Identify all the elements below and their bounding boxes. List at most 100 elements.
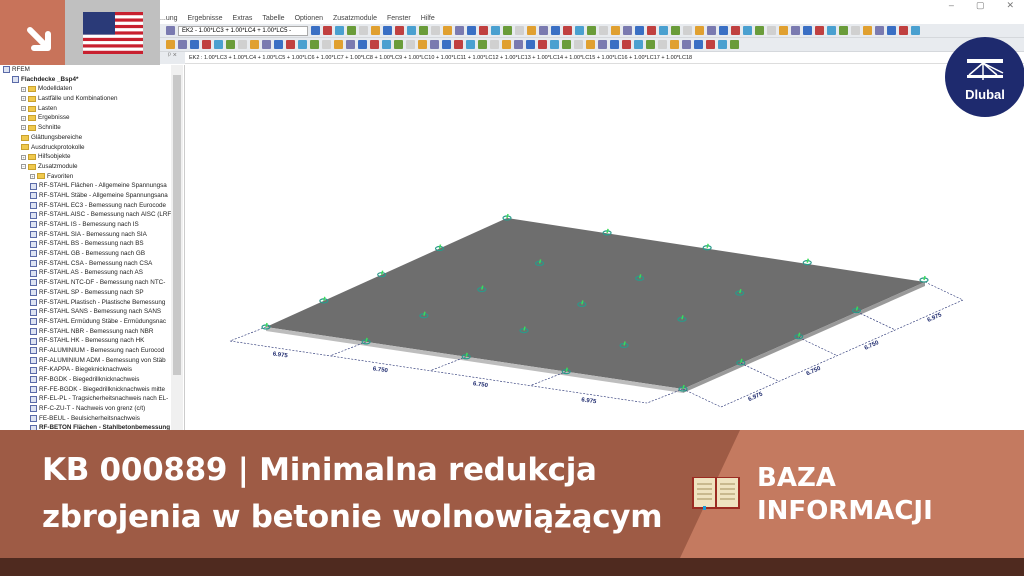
toolbar-button[interactable] [407, 26, 416, 35]
toolbar-button[interactable] [803, 26, 812, 35]
menu-optionen[interactable]: Optionen [295, 15, 323, 22]
toolbar-button[interactable] [694, 40, 703, 49]
toolbar-button[interactable] [322, 40, 331, 49]
toolbar-button[interactable] [455, 26, 464, 35]
toolbar-button[interactable] [370, 40, 379, 49]
toolbar-button[interactable] [622, 40, 631, 49]
toolbar-button[interactable] [586, 40, 595, 49]
toolbar-button[interactable] [695, 26, 704, 35]
toolbar-button[interactable] [899, 26, 908, 35]
toolbar-button[interactable] [443, 26, 452, 35]
tree-item-module[interactable]: RF-BGDK - Biegedrillknicknachweis [3, 375, 171, 385]
expand-icon[interactable]: + [21, 125, 26, 131]
tree-item-module[interactable]: RF-STAHL SP - Bemessung nach SP [3, 288, 171, 298]
toolbar-button[interactable] [587, 26, 596, 35]
toolbar-button[interactable] [514, 40, 523, 49]
toolbar-button[interactable] [526, 40, 535, 49]
tree-item-module[interactable]: RF-KAPPA - Biegeknicknachweis [3, 365, 171, 375]
toolbar-button[interactable] [419, 26, 428, 35]
toolbar-button[interactable] [539, 26, 548, 35]
toolbar-button[interactable] [767, 26, 776, 35]
toolbar-button[interactable] [334, 40, 343, 49]
toolbar-button[interactable] [491, 26, 500, 35]
toolbar-button[interactable] [467, 26, 476, 35]
expand-icon[interactable]: + [21, 86, 26, 92]
tree-item-module[interactable]: RF-STAHL Stäbe - Allgemeine Spannungsana [3, 191, 171, 201]
toolbar-button[interactable] [406, 40, 415, 49]
floor-slab[interactable] [266, 218, 925, 389]
toolbar-button[interactable] [755, 26, 764, 35]
toolbar-button[interactable] [538, 40, 547, 49]
toolbar-button[interactable] [430, 40, 439, 49]
toolbar-button[interactable] [202, 40, 211, 49]
us-flag-icon[interactable] [83, 12, 143, 54]
toolbar-button[interactable] [851, 26, 860, 35]
toolbar-button[interactable] [394, 40, 403, 49]
toolbar-button[interactable] [875, 26, 884, 35]
toolbar-button[interactable] [598, 40, 607, 49]
toolbar-button[interactable] [563, 26, 572, 35]
toolbar-button[interactable] [574, 40, 583, 49]
toolbar-button[interactable] [479, 26, 488, 35]
toolbar-button[interactable] [550, 40, 559, 49]
tree-item-module[interactable]: RF-STAHL AISC - Bemessung nach AISC (LRF [3, 210, 171, 220]
toolbar-button[interactable] [670, 40, 679, 49]
tree-item-folder[interactable]: + Lasten [3, 104, 171, 114]
toolbar-button[interactable] [719, 26, 728, 35]
tree-item-module[interactable]: RF-ALUMINIUM - Bemessung nach Eurocod [3, 346, 171, 356]
toolbar-button[interactable] [347, 26, 356, 35]
toolbar-button[interactable] [346, 40, 355, 49]
expand-icon[interactable]: + [21, 96, 26, 102]
toolbar-button[interactable] [359, 26, 368, 35]
model-viewport[interactable]: 6.975 6.975 6.750 6.750 6.750 6.750 6.975 6.975 [185, 64, 1024, 430]
toolbar-button[interactable] [382, 40, 391, 49]
minimize-button[interactable]: – [949, 0, 954, 11]
toolbar-button[interactable] [551, 26, 560, 35]
toolbar-button[interactable] [478, 40, 487, 49]
tree-item-folder[interactable]: + Ergebnisse [3, 113, 171, 123]
expand-icon[interactable]: + [21, 154, 26, 160]
tree-item-module[interactable]: RF-STAHL BS - Bemessung nach BS [3, 239, 171, 249]
toolbar-button[interactable] [166, 26, 175, 35]
toolbar-button[interactable] [335, 26, 344, 35]
toolbar-button[interactable] [274, 40, 283, 49]
load-combination-select[interactable]: EK2 - 1.00*LC3 + 1.00*LC4 + 1.00*LC5 - [178, 25, 308, 36]
menu-hilfe[interactable]: Hilfe [421, 15, 435, 22]
toolbar-button[interactable] [610, 40, 619, 49]
expand-icon[interactable]: + [30, 173, 35, 179]
toolbar-button[interactable] [395, 26, 404, 35]
toolbar-button[interactable] [298, 40, 307, 49]
toolbar-button[interactable] [466, 40, 475, 49]
toolbar-button[interactable] [887, 26, 896, 35]
toolbar-button[interactable] [562, 40, 571, 49]
toolbar-button[interactable] [659, 26, 668, 35]
toolbar-button[interactable] [839, 26, 848, 35]
toolbar-button[interactable] [323, 26, 332, 35]
toolbar-button[interactable] [238, 40, 247, 49]
tree-item-module[interactable]: RF-STAHL Flächen - Allgemeine Spannungsa [3, 181, 171, 191]
toolbar-button[interactable] [635, 26, 644, 35]
tree-item-folder[interactable]: + Hilfsobjekte [3, 152, 171, 162]
toolbar-button[interactable] [418, 40, 427, 49]
toolbar-button[interactable] [262, 40, 271, 49]
tree-item-module[interactable]: RF-STAHL GB - Bemessung nach GB [3, 249, 171, 259]
scrollbar-thumb[interactable] [173, 75, 181, 375]
tree-item-module[interactable]: RF-STAHL AS - Bemessung nach AS [3, 268, 171, 278]
tree-item-module[interactable]: RF-FE-BGDK - Biegedrillknicknachweis mit… [3, 385, 171, 395]
toolbar-button[interactable] [730, 40, 739, 49]
toolbar-button[interactable] [682, 40, 691, 49]
toolbar-button[interactable] [214, 40, 223, 49]
tree-item-module[interactable]: RF-STAHL SIA - Bemessung nach SIA [3, 230, 171, 240]
menu-ergebnisse[interactable]: Ergebnisse [188, 15, 223, 22]
toolbar-button[interactable] [707, 26, 716, 35]
expand-icon[interactable]: + [21, 115, 26, 121]
close-button[interactable]: ✕ [1006, 0, 1014, 11]
toolbar-button[interactable] [358, 40, 367, 49]
menu-tabelle[interactable]: Tabelle [262, 15, 284, 22]
tree-item-module[interactable]: RF-STAHL EC3 - Bemessung nach Eurocode [3, 201, 171, 211]
toolbar-button[interactable] [503, 26, 512, 35]
toolbar-button[interactable] [250, 40, 259, 49]
tree-item-folder[interactable]: + Schnitte [3, 123, 171, 133]
tree-item-module[interactable]: FE-BEUL - Beulsicherheitsnachweis [3, 414, 171, 424]
toolbar-button[interactable] [178, 40, 187, 49]
